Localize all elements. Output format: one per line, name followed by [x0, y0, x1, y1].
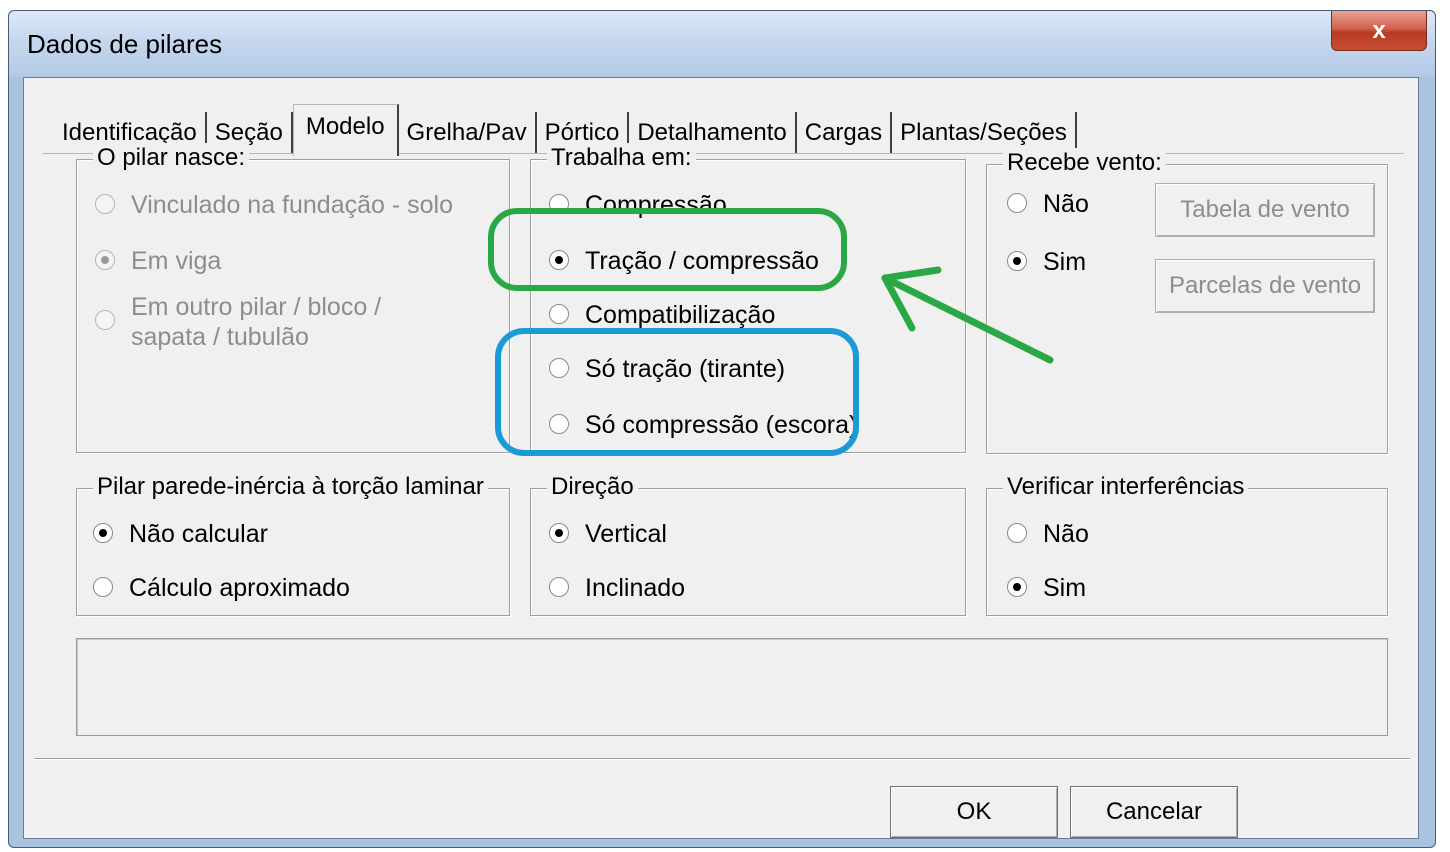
group-direcao: Direção Vertical Inclinado [530, 472, 966, 616]
radio-circle [549, 414, 569, 434]
radio-so-tracao[interactable]: Só tração (tirante) [549, 354, 785, 384]
radio-selected-dot [99, 529, 107, 537]
group-label-pilar-nasce: O pilar nasce: [93, 143, 250, 173]
radio-calculo-aproximado[interactable]: Cálculo aproximado [93, 573, 350, 603]
dialog-window: Dados de pilares x Identificação Seção M… [8, 10, 1436, 848]
radio-label: Compressão [585, 191, 727, 219]
radio-circle [93, 577, 113, 597]
radio-circle [549, 250, 569, 270]
title-bar[interactable]: Dados de pilares x [9, 11, 1435, 77]
radio-circle [549, 304, 569, 324]
radio-vinculado-fundacao[interactable]: Vinculado na fundação - solo [95, 190, 453, 220]
radio-circle [93, 523, 113, 543]
group-label-pilar-parede: Pilar parede-inércia à torção laminar [93, 472, 488, 502]
radio-label: Só compressão (escora) [585, 411, 858, 439]
radio-em-outro-pilar[interactable]: Em outro pilar / bloco / sapata / tubulã… [95, 292, 381, 352]
group-pilar-nasce: O pilar nasce: Vinculado na fundação - s… [76, 143, 510, 453]
radio-compressao[interactable]: Compressão [549, 190, 727, 220]
radio-circle [1007, 523, 1027, 543]
radio-selected-dot [555, 256, 563, 264]
tab-cargas[interactable]: Cargas [797, 112, 893, 154]
window-title: Dados de pilares [27, 29, 223, 59]
group-label-verificar: Verificar interferências [1003, 472, 1249, 502]
radio-label: Sim [1043, 248, 1087, 276]
ok-button[interactable]: OK [890, 786, 1058, 838]
radio-label: Em outro pilar / bloco / sapata / tubulã… [131, 292, 381, 352]
radio-label: Sim [1043, 574, 1087, 602]
radio-label-line1: Em outro pilar / bloco / [131, 293, 382, 321]
radio-label: Não calcular [129, 520, 268, 548]
radio-compatibilizacao[interactable]: Compatibilização [549, 300, 775, 330]
tabela-vento-button[interactable]: Tabela de vento [1155, 183, 1375, 237]
radio-tracao-compressao[interactable]: Tração / compressão [549, 246, 819, 276]
radio-circle [1007, 193, 1027, 213]
parcelas-vento-button[interactable]: Parcelas de vento [1155, 259, 1375, 313]
radio-circle [1007, 251, 1027, 271]
radio-circle [549, 523, 569, 543]
radio-circle [95, 310, 115, 330]
radio-label: Vertical [585, 520, 667, 548]
radio-label: Vinculado na fundação - solo [131, 191, 453, 219]
radio-label: Cálculo aproximado [129, 574, 350, 602]
radio-selected-dot [1013, 257, 1021, 265]
radio-selected-dot [101, 256, 109, 264]
radio-label: Só tração (tirante) [585, 355, 786, 383]
radio-label: Não [1043, 190, 1089, 218]
group-pilar-parede: Pilar parede-inércia à torção laminar Nã… [76, 472, 510, 616]
radio-circle [549, 358, 569, 378]
radio-circle [95, 194, 115, 214]
dialog-client: Identificação Seção Modelo Grelha/Pav Pó… [23, 77, 1419, 839]
footer-divider [34, 758, 1410, 760]
group-label-recebe-vento: Recebe vento: [1003, 148, 1166, 178]
cancel-button[interactable]: Cancelar [1070, 786, 1238, 838]
radio-circle [549, 577, 569, 597]
close-icon: x [1372, 16, 1386, 44]
group-recebe-vento: Recebe vento: Não Sim Tabela de vento Pa… [986, 148, 1388, 454]
tab-grelha-pav[interactable]: Grelha/Pav [399, 112, 537, 154]
radio-so-compressao[interactable]: Só compressão (escora) [549, 410, 857, 440]
radio-circle [1007, 577, 1027, 597]
group-label-direcao: Direção [547, 472, 638, 502]
radio-label: Inclinado [585, 574, 686, 602]
radio-circle [549, 194, 569, 214]
radio-circle [95, 250, 115, 270]
radio-selected-dot [1013, 583, 1021, 591]
radio-em-viga[interactable]: Em viga [95, 246, 221, 276]
radio-label: Compatibilização [585, 301, 776, 329]
radio-nao-calcular[interactable]: Não calcular [93, 519, 268, 549]
message-area [76, 638, 1388, 736]
radio-label: Não [1043, 520, 1089, 548]
radio-interferencias-nao[interactable]: Não [1007, 519, 1089, 549]
radio-interferencias-sim[interactable]: Sim [1007, 573, 1086, 603]
radio-label: Tração / compressão [585, 247, 819, 275]
close-button[interactable]: x [1331, 11, 1427, 51]
radio-inclinado[interactable]: Inclinado [549, 573, 685, 603]
group-verificar-interferencias: Verificar interferências Não Sim [986, 472, 1388, 616]
radio-label-line2: sapata / tubulão [131, 323, 309, 351]
tab-modelo[interactable]: Modelo [292, 104, 399, 156]
radio-vertical[interactable]: Vertical [549, 519, 667, 549]
radio-vento-sim[interactable]: Sim [1007, 247, 1086, 277]
radio-selected-dot [555, 529, 563, 537]
radio-label: Em viga [131, 247, 222, 275]
group-label-trabalha-em: Trabalha em: [547, 143, 696, 173]
radio-vento-nao[interactable]: Não [1007, 189, 1089, 219]
group-trabalha-em: Trabalha em: Compressão Tração / compres… [530, 143, 966, 453]
